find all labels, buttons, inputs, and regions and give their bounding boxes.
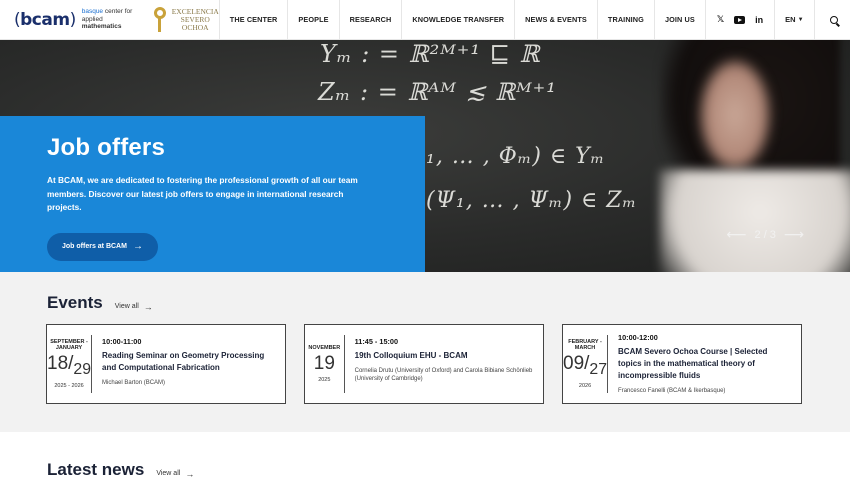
youtube-icon[interactable] <box>734 15 746 24</box>
nav-research[interactable]: RESEARCH <box>338 0 402 39</box>
arrow-right-icon: → <box>143 301 153 312</box>
arrow-right-icon: → <box>185 468 195 479</box>
events-title: Events <box>47 293 103 312</box>
event-card[interactable]: NOVEMBER 19 2025 11:45 - 15:00 19th Coll… <box>304 324 544 404</box>
severo-ochoa-icon <box>153 6 166 33</box>
site-header: (bcam) basque center for applied mathema… <box>0 0 850 40</box>
hero-text: At BCAM, we are dedicated to fostering t… <box>47 175 358 212</box>
nav-join-us[interactable]: JOIN US <box>653 0 705 39</box>
brand[interactable]: (bcam) basque center for applied mathema… <box>0 0 219 39</box>
event-card[interactable]: SEPTEMBER - JANUARY 18/29 2025 - 2026 10… <box>46 324 286 404</box>
event-title[interactable]: BCAM Severo Ochoa Course | Selected topi… <box>618 346 793 382</box>
event-time: 10:00-11:00 <box>102 337 142 346</box>
arrow-right-icon[interactable]: ⟶ <box>784 226 804 243</box>
search-button[interactable] <box>813 0 850 39</box>
slider-controls: ⟵ 2 / 3 ⟶ <box>726 226 804 243</box>
nav-the-center[interactable]: THE CENTER <box>218 0 288 39</box>
severo-ochoa-logo[interactable]: EXCELENCIA SEVERO OCHOA <box>153 6 219 33</box>
arrow-right-icon: → <box>132 241 143 252</box>
event-card[interactable]: FEBRUARY - MARCH 09/27 2026 10:00-12:00 … <box>562 324 802 404</box>
event-speaker: Michael Barton (BCAM) <box>102 380 166 386</box>
twitter-icon[interactable]: 𝕏 <box>717 14 724 25</box>
nav-people[interactable]: PEOPLE <box>287 0 338 39</box>
events-view-all-link[interactable]: View all → <box>115 302 153 312</box>
chalk-formula: (Ψ₁, … , Ψₘ) ∈ Zₘ <box>426 188 638 213</box>
bcam-tagline: basque center for applied mathematics <box>81 8 133 31</box>
hero-card: Job offers At BCAM, we are dedicated to … <box>0 116 425 272</box>
main-nav: THE CENTER PEOPLE RESEARCH KNOWLEDGE TRA… <box>218 0 850 39</box>
arrow-left-icon[interactable]: ⟵ <box>726 226 746 243</box>
nav-knowledge-transfer[interactable]: KNOWLEDGE TRANSFER <box>401 0 514 39</box>
caret-down-icon: ▼ <box>797 16 804 23</box>
social-links: 𝕏 in <box>704 0 774 39</box>
event-title[interactable]: 19th Colloquium EHU - BCAM <box>355 350 535 362</box>
news-view-all-link[interactable]: View all → <box>156 469 194 479</box>
event-date: SEPTEMBER - JANUARY 18/29 2025 - 2026 <box>47 335 93 393</box>
language-selector[interactable]: EN ▼ <box>774 0 813 39</box>
event-time: 11:45 - 15:00 <box>354 337 399 346</box>
event-time: 10:00-12:00 <box>618 333 658 342</box>
news-title: Latest news <box>47 460 145 479</box>
hero-title: Job offers <box>47 134 166 161</box>
nav-news-events[interactable]: NEWS & EVENTS <box>514 0 597 39</box>
job-offers-button[interactable]: Job offers at BCAM → <box>47 232 158 261</box>
chalk-formula: ₁, … , Φₘ) ∈ Yₘ <box>426 144 606 169</box>
event-date: FEBRUARY - MARCH 09/27 2026 <box>563 335 609 393</box>
event-speaker: Cornelia Drutu (University of Oxford) an… <box>354 368 533 382</box>
search-icon <box>830 15 839 24</box>
nav-training[interactable]: TRAINING <box>596 0 654 39</box>
event-title[interactable]: Reading Seminar on Geometry Processing a… <box>102 350 277 374</box>
chalk-formula: Yₘ : = ℝ²ᴹ⁺¹ ⊑ ℝ <box>320 40 541 68</box>
event-date: NOVEMBER 19 2025 <box>305 335 345 393</box>
news-section-header: Latest news View all → <box>47 460 194 480</box>
bcam-logo[interactable]: (bcam) <box>14 10 76 30</box>
event-speaker: Francesco Fanelli (BCAM & Ikerbasque) <box>618 388 726 394</box>
linkedin-icon[interactable]: in <box>755 15 763 25</box>
events-section: Events View all → SEPTEMBER - JANUARY 18/… <box>0 272 850 432</box>
hero-slider: Yₘ : = ℝ²ᴹ⁺¹ ⊑ ℝ Zₘ : = ℝᴬᴹ ≲ ℝᴹ⁺¹ ₁, … … <box>0 40 850 272</box>
chalk-formula: Zₘ : = ℝᴬᴹ ≲ ℝᴹ⁺¹ <box>318 78 557 106</box>
slide-counter: 2 / 3 <box>754 228 776 241</box>
